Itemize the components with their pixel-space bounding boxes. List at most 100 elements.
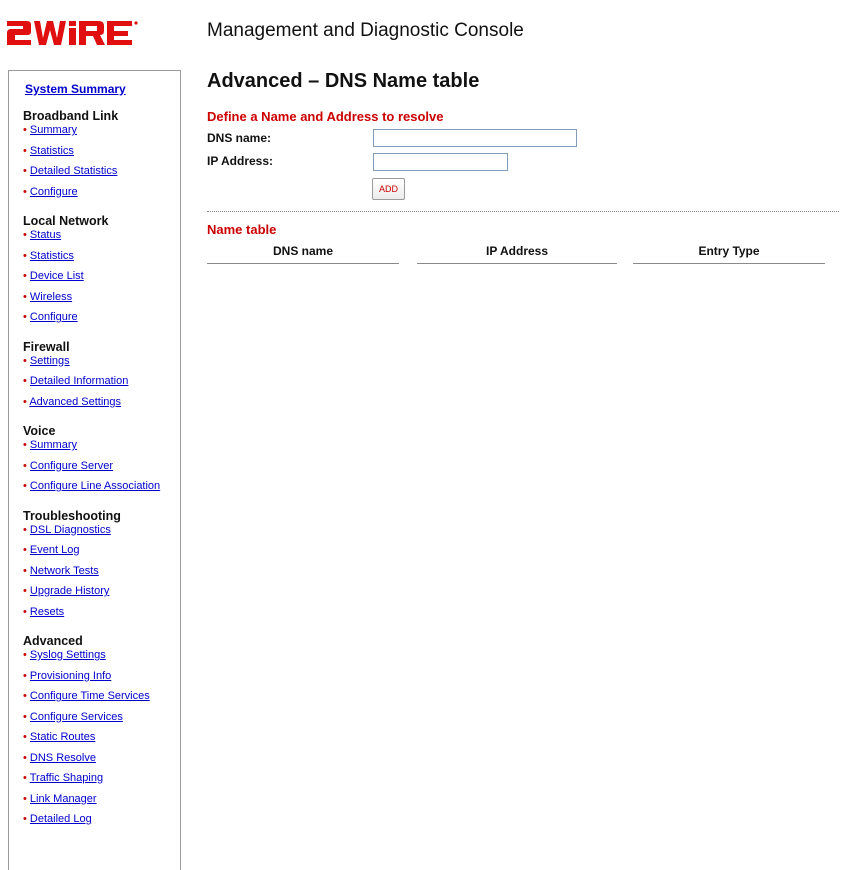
sidebar-section-heading: Local Network bbox=[23, 214, 109, 228]
sidebar-link[interactable]: DSL Diagnostics bbox=[30, 524, 111, 536]
sidebar-item: • Upgrade History bbox=[23, 585, 109, 597]
bullet-icon: • bbox=[23, 144, 30, 157]
console-title: Management and Diagnostic Console bbox=[207, 20, 524, 41]
define-name-heading: Define a Name and Address to resolve bbox=[207, 109, 444, 124]
bullet-icon: • bbox=[23, 375, 30, 387]
sidebar-link[interactable]: Statistics bbox=[30, 145, 74, 157]
sidebar-item: • Settings bbox=[23, 355, 70, 367]
sidebar-item: • Configure Services bbox=[23, 711, 123, 723]
sidebar-item: • Traffic Shaping bbox=[23, 772, 103, 784]
sidebar-link[interactable]: Provisioning Info bbox=[30, 670, 111, 682]
sidebar-link[interactable]: Wireless bbox=[30, 291, 72, 303]
bullet-icon: • bbox=[23, 813, 30, 825]
sidebar-link[interactable]: Settings bbox=[30, 355, 70, 367]
sidebar-item: • Detailed Information bbox=[23, 375, 128, 387]
sidebar-link[interactable]: Traffic Shaping bbox=[30, 772, 103, 784]
ip-address-label: IP Address: bbox=[207, 154, 274, 168]
sidebar-item: • Status bbox=[23, 229, 61, 241]
sidebar-item: • Detailed Log bbox=[23, 813, 92, 825]
bullet-icon: • bbox=[23, 605, 30, 618]
sidebar-link[interactable]: Static Routes bbox=[30, 731, 95, 743]
sidebar-link[interactable]: Detailed Information bbox=[30, 375, 128, 387]
bullet-icon: • bbox=[23, 124, 30, 136]
sidebar-link[interactable]: Configure Time Services bbox=[30, 690, 150, 702]
sidebar-section-heading: Troubleshooting bbox=[23, 508, 121, 523]
sidebar-section-heading: Broadband Link bbox=[23, 109, 119, 123]
bullet-icon: • bbox=[23, 544, 30, 556]
page-title: Advanced – DNS Name table bbox=[207, 70, 480, 92]
sidebar-link[interactable]: Upgrade History bbox=[30, 585, 109, 597]
sidebar-link[interactable]: Syslog Settings bbox=[30, 649, 106, 661]
sidebar-link[interactable]: Summary bbox=[30, 439, 77, 451]
sidebar-item: • Summary bbox=[23, 124, 77, 136]
bullet-icon: • bbox=[23, 564, 30, 577]
sidebar-link[interactable]: Configure Server bbox=[30, 460, 113, 472]
sidebar-item: • Static Routes bbox=[23, 731, 95, 743]
sidebar-item: • Configure Line Association bbox=[23, 480, 160, 492]
column-underline bbox=[633, 263, 825, 264]
sidebar-item: • Configure bbox=[23, 186, 78, 198]
bullet-icon: • bbox=[23, 772, 30, 784]
ip-address-input[interactable] bbox=[373, 153, 508, 171]
add-button[interactable]: ADD bbox=[372, 178, 405, 200]
sidebar-link[interactable]: Detailed Statistics bbox=[30, 165, 117, 177]
sidebar-item: • DNS Resolve bbox=[23, 752, 96, 764]
bullet-icon: • bbox=[23, 669, 30, 682]
sidebar-item: • Advanced Settings bbox=[23, 396, 121, 408]
sidebar-link[interactable]: Event Log bbox=[30, 544, 80, 556]
bullet-icon: • bbox=[23, 690, 30, 702]
sidebar-link[interactable]: Configure bbox=[30, 186, 78, 198]
sidebar-item: • Event Log bbox=[23, 544, 79, 556]
bullet-icon: • bbox=[23, 480, 30, 492]
dns-name-input[interactable] bbox=[373, 129, 577, 147]
system-summary-link[interactable]: System Summary bbox=[25, 82, 126, 96]
bullet-icon: • bbox=[23, 311, 30, 323]
bullet-icon: • bbox=[23, 585, 30, 597]
bullet-icon: • bbox=[23, 249, 30, 262]
sidebar-item: • Detailed Statistics bbox=[23, 165, 117, 177]
sidebar-section-heading: Voice bbox=[23, 424, 56, 438]
bullet-icon: • bbox=[23, 354, 30, 367]
sidebar-item: • Statistics bbox=[23, 250, 74, 262]
sidebar-link[interactable]: DNS Resolve bbox=[30, 752, 96, 764]
bullet-icon: • bbox=[23, 165, 30, 177]
sidebar-item: • Device List bbox=[23, 270, 84, 282]
sidebar-section-heading: Firewall bbox=[23, 339, 70, 354]
sidebar-link[interactable]: Status bbox=[30, 229, 61, 241]
sidebar-link[interactable]: Resets bbox=[30, 606, 64, 618]
column-underline bbox=[207, 263, 399, 264]
sidebar-section-heading: Advanced bbox=[23, 634, 83, 648]
column-header-dns-name: DNS name bbox=[272, 244, 334, 258]
sidebar-item: • Syslog Settings bbox=[23, 649, 106, 661]
bullet-icon: • bbox=[23, 270, 30, 282]
sidebar-nav: System Summary Broadband Link • Summary • … bbox=[8, 70, 181, 870]
sidebar-link[interactable]: Configure Line Association bbox=[30, 480, 160, 492]
bullet-icon: • bbox=[23, 185, 30, 198]
bullet-icon: • bbox=[23, 229, 30, 241]
sidebar-link[interactable]: Configure bbox=[30, 311, 78, 323]
bullet-icon: • bbox=[23, 439, 30, 451]
sidebar-link[interactable]: Statistics bbox=[30, 250, 74, 262]
bullet-icon: • bbox=[23, 710, 30, 723]
sidebar-link[interactable]: Configure Services bbox=[30, 711, 123, 723]
bullet-icon: • bbox=[23, 523, 30, 536]
sidebar-item: • Resets bbox=[23, 606, 64, 618]
sidebar-link[interactable]: Detailed Log bbox=[30, 813, 92, 825]
section-divider bbox=[207, 211, 839, 212]
column-header-ip-address: IP Address bbox=[485, 244, 549, 258]
column-underline bbox=[417, 263, 617, 264]
sidebar-link[interactable]: Summary bbox=[30, 124, 77, 136]
2wire-logo: 2wire bbox=[7, 21, 138, 45]
bullet-icon: • bbox=[23, 792, 30, 805]
sidebar-link[interactable]: Network Tests bbox=[30, 565, 99, 577]
sidebar-link[interactable]: Advanced Settings bbox=[29, 396, 121, 408]
sidebar-item: • Configure bbox=[23, 311, 78, 323]
sidebar-link[interactable]: Device List bbox=[30, 270, 84, 282]
sidebar-item: • Wireless bbox=[23, 291, 72, 303]
sidebar-item: • Link Manager bbox=[23, 793, 97, 805]
bullet-icon: • bbox=[23, 751, 30, 764]
bullet-icon: • bbox=[23, 459, 30, 472]
sidebar-item: • Provisioning Info bbox=[23, 670, 111, 682]
dns-name-label: DNS name: bbox=[207, 131, 272, 145]
sidebar-link[interactable]: Link Manager bbox=[30, 793, 97, 805]
